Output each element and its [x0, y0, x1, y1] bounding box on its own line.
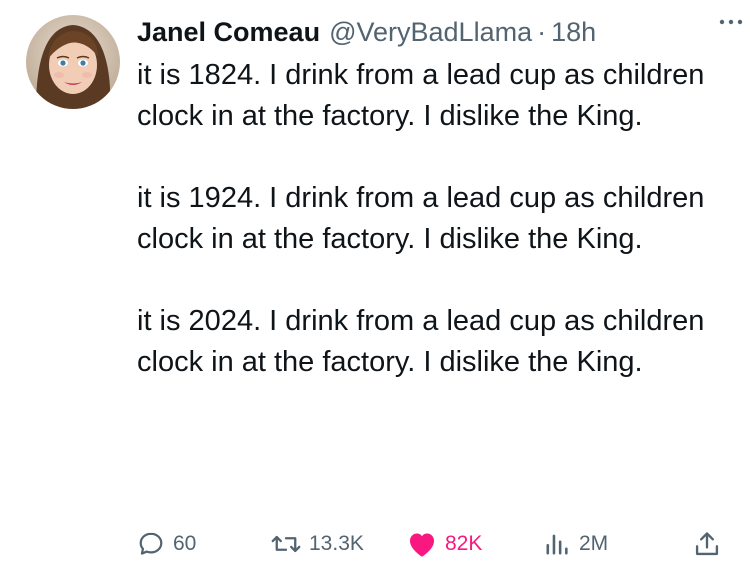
avatar-image: [26, 15, 120, 109]
reply-button[interactable]: 60: [137, 526, 196, 562]
more-button[interactable]: [714, 8, 748, 36]
tweet-paragraph: it is 1824. I drink from a lead cup as c…: [137, 59, 705, 132]
reply-count: 60: [173, 532, 197, 555]
tweet-card: Janel Comeau @VeryBadLlama · 18h it is 1…: [0, 0, 750, 568]
separator-dot: ·: [537, 16, 547, 47]
like-count: 82K: [445, 532, 483, 555]
user-handle[interactable]: @VeryBadLlama: [329, 17, 532, 48]
share-upload-icon: [695, 532, 719, 556]
timestamp[interactable]: 18h: [551, 17, 596, 48]
views-count: 2M: [579, 532, 609, 555]
tweet-text: it is 1824. I drink from a lead cup as c…: [137, 55, 727, 383]
display-name[interactable]: Janel Comeau: [137, 17, 320, 48]
share-button[interactable]: [693, 526, 721, 562]
like-button[interactable]: 82K: [407, 526, 482, 562]
bar-chart-icon: [546, 534, 568, 555]
heart-filled-icon: [410, 533, 434, 557]
more-horizontal-icon: [719, 19, 743, 25]
retweet-arrows-icon: [271, 535, 301, 553]
retweet-count: 13.3K: [309, 532, 364, 555]
tweet-paragraph: it is 1924. I drink from a lead cup as c…: [137, 182, 705, 255]
tweet-paragraph: it is 2024. I drink from a lead cup as c…: [137, 305, 705, 378]
reply-bubble-icon: [139, 532, 163, 555]
avatar[interactable]: [26, 15, 120, 109]
tweet-header: Janel Comeau @VeryBadLlama · 18h: [137, 10, 730, 54]
retweet-button[interactable]: 13.3K: [271, 526, 364, 562]
views-button[interactable]: 2M: [543, 526, 608, 562]
action-bar: 60 13.3K 82K 2M: [137, 526, 730, 562]
